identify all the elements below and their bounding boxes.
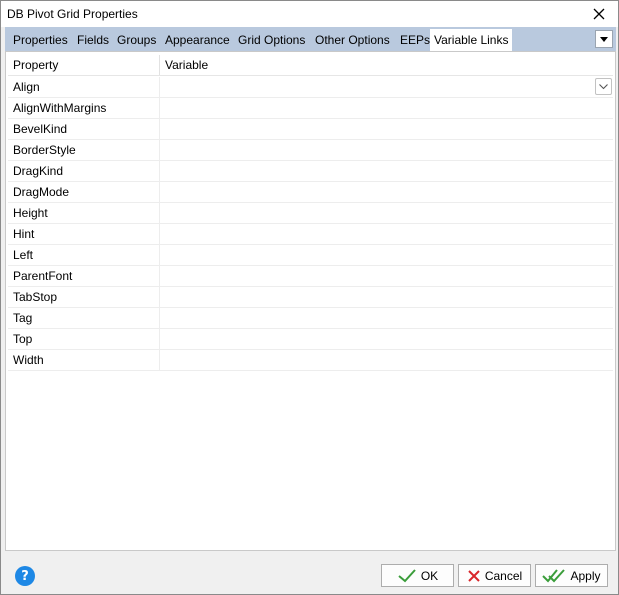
table-row[interactable]: Tag (8, 308, 613, 329)
title-bar: DB Pivot Grid Properties (1, 1, 618, 27)
window-title: DB Pivot Grid Properties (7, 7, 138, 21)
property-cell: Top (13, 332, 33, 346)
checkmark-icon (397, 568, 417, 583)
dialog-window: DB Pivot Grid Properties Properties Fiel… (0, 0, 619, 595)
apply-button-label: Apply (570, 568, 601, 583)
variable-cell[interactable] (160, 350, 613, 370)
table-row[interactable]: Width (8, 350, 613, 371)
apply-button[interactable]: Apply (535, 564, 608, 587)
variable-cell[interactable] (160, 245, 613, 265)
property-cell: Tag (13, 311, 33, 325)
property-cell: Align (13, 80, 40, 94)
table-row[interactable]: BevelKind (8, 119, 613, 140)
chevron-down-icon (599, 83, 608, 89)
tab-list-dropdown[interactable] (595, 30, 613, 48)
property-cell: AlignWithMargins (13, 101, 107, 115)
ok-button-label: OK (420, 568, 439, 583)
tab-groups[interactable]: Groups (117, 30, 156, 50)
property-cell: Hint (13, 227, 35, 241)
tab-other-options[interactable]: Other Options (315, 30, 390, 50)
help-icon[interactable]: ? (15, 566, 35, 586)
table-row[interactable]: Align (8, 77, 613, 98)
property-cell: DragMode (13, 185, 70, 199)
ok-button[interactable]: OK (381, 564, 454, 587)
table-row[interactable]: DragMode (8, 182, 613, 203)
tab-eeps[interactable]: EEPs (400, 30, 430, 50)
property-cell: BevelKind (13, 122, 68, 136)
variable-cell[interactable] (160, 308, 613, 328)
close-button[interactable] (586, 3, 612, 25)
table-row[interactable]: Hint (8, 224, 613, 245)
variable-cell[interactable] (160, 161, 613, 181)
close-icon (593, 8, 605, 20)
double-checkmark-icon (542, 568, 566, 583)
variable-cell[interactable] (160, 140, 613, 160)
tab-fields[interactable]: Fields (77, 30, 109, 50)
variable-cell[interactable] (160, 119, 613, 139)
tab-strip: Properties Fields Groups Appearance Grid… (5, 27, 616, 51)
table-row[interactable]: DragKind (8, 161, 613, 182)
variable-cell[interactable] (160, 203, 613, 223)
table-row[interactable]: BorderStyle (8, 140, 613, 161)
grid-header: Property Variable (8, 55, 613, 76)
variable-cell[interactable] (160, 287, 613, 307)
tab-appearance[interactable]: Appearance (165, 30, 230, 50)
cancel-button-label: Cancel (484, 568, 523, 583)
property-cell: ParentFont (13, 269, 73, 283)
variable-links-grid: Property Variable Align AlignWithMargins… (5, 51, 616, 551)
property-cell: DragKind (13, 164, 64, 178)
variable-dropdown-button[interactable] (595, 78, 612, 95)
cancel-x-icon (467, 569, 481, 583)
table-row[interactable]: Left (8, 245, 613, 266)
tab-variable-links[interactable]: Variable Links (430, 29, 513, 51)
variable-cell[interactable] (160, 182, 613, 202)
table-row[interactable]: Height (8, 203, 613, 224)
table-row[interactable]: AlignWithMargins (8, 98, 613, 119)
variable-cell[interactable] (160, 266, 613, 286)
column-header-variable[interactable]: Variable (160, 55, 613, 75)
property-cell: Left (13, 248, 34, 262)
tab-grid-options[interactable]: Grid Options (238, 30, 305, 50)
variable-cell[interactable] (160, 329, 613, 349)
column-header-property[interactable]: Property (8, 55, 159, 75)
table-row[interactable]: Top (8, 329, 613, 350)
variable-cell[interactable] (160, 98, 613, 118)
button-bar: ? OK Cancel Apply (1, 557, 618, 594)
table-row[interactable]: TabStop (8, 287, 613, 308)
variable-cell[interactable] (160, 77, 590, 97)
dropdown-arrow-icon (600, 36, 608, 42)
table-row[interactable]: ParentFont (8, 266, 613, 287)
variable-cell[interactable] (160, 224, 613, 244)
property-cell: BorderStyle (13, 143, 76, 157)
property-cell: Width (13, 353, 44, 367)
cancel-button[interactable]: Cancel (458, 564, 531, 587)
property-cell: TabStop (13, 290, 58, 304)
tab-properties[interactable]: Properties (13, 30, 68, 50)
property-cell: Height (13, 206, 48, 220)
